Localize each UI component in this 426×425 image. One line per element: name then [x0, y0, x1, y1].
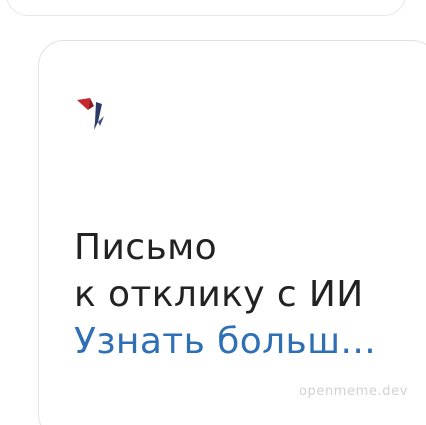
- previous-card[interactable]: [6, 0, 406, 16]
- card-title-line-2: к отклику с ИИ: [74, 274, 364, 315]
- learn-more-link[interactable]: Узнать больш...: [74, 318, 420, 365]
- origami-bird-logo-icon: [77, 98, 104, 130]
- watermark: openmeme.dev: [298, 384, 408, 399]
- screen: Письмо к отклику с ИИ Узнать больш... op…: [0, 0, 426, 425]
- card-title-line-1: Письмо: [74, 227, 218, 268]
- card-text: Письмо к отклику с ИИ Узнать больш...: [74, 224, 420, 365]
